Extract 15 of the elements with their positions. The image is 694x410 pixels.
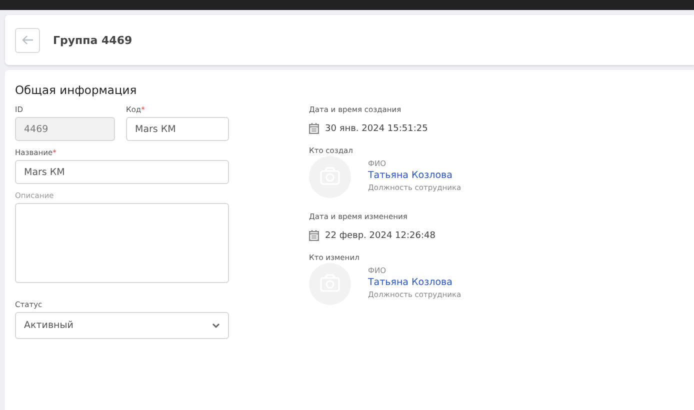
back-button[interactable] xyxy=(15,28,40,52)
date-value: 22 февр. 2024 12:26:48 xyxy=(325,230,436,240)
employee-name-link[interactable]: Татьяна Козлова xyxy=(368,277,462,288)
input-field[interactable]: Mars КМ xyxy=(126,117,229,141)
status-dropdown[interactable]: Активный xyxy=(15,312,229,339)
calendar-icon xyxy=(309,230,319,241)
section-title: Общая информация xyxy=(15,83,138,97)
back-arrow-icon xyxy=(22,35,34,45)
input-field[interactable]: Mars КМ xyxy=(15,160,229,184)
employee-name-link[interactable]: Татьяна Козлова xyxy=(368,170,462,181)
date-value: 30 янв. 2024 15:51:25 xyxy=(325,124,428,134)
page-title: Группа 4469 xyxy=(53,34,132,46)
chevron-down-icon xyxy=(212,322,220,328)
description-field[interactable] xyxy=(15,203,229,283)
calendar-icon xyxy=(309,123,319,134)
